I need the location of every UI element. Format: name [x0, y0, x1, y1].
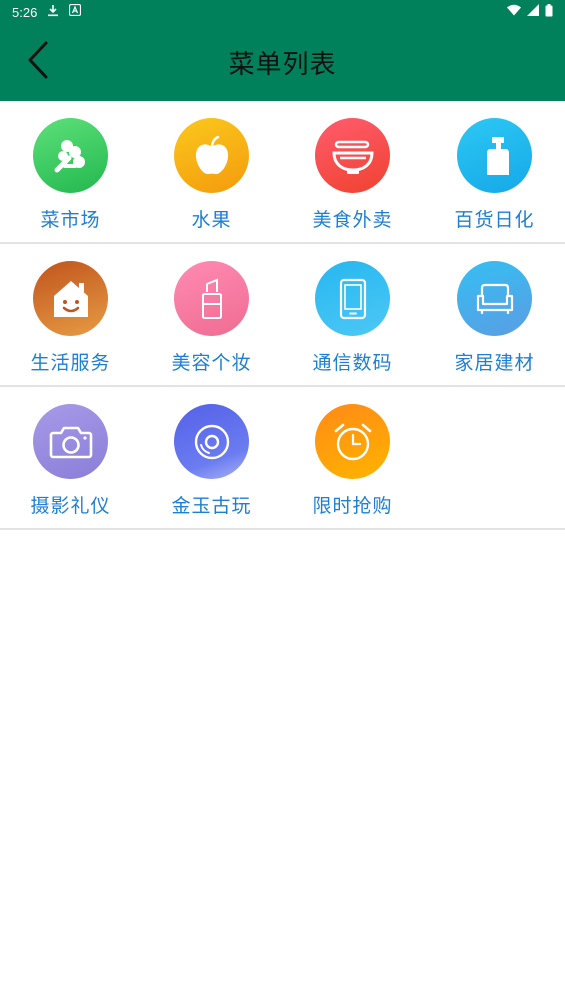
status-bar: 5:26 — [0, 0, 565, 24]
sofa-icon — [457, 261, 532, 336]
menu-item-label: 菜市场 — [40, 209, 101, 231]
jade-disc-icon — [174, 404, 249, 479]
smartphone-icon — [315, 261, 390, 336]
a-badge-icon — [69, 3, 82, 20]
menu-item-label: 百货日化 — [454, 209, 535, 231]
vegetable-icon — [33, 118, 108, 193]
app-bar: 菜单列表 — [0, 24, 565, 101]
lipstick-icon — [174, 261, 249, 336]
menu-item-label: 美食外卖 — [312, 209, 393, 231]
wifi-icon — [507, 4, 521, 20]
menu-item-department-store[interactable]: 百货日化 — [424, 101, 565, 242]
menu-item-label: 生活服务 — [30, 352, 111, 374]
download-icon — [47, 4, 59, 21]
smiling-house-icon — [33, 261, 108, 336]
page-title: 菜单列表 — [228, 50, 337, 80]
menu-item-life-services[interactable]: 生活服务 — [0, 244, 141, 385]
menu-item-photography[interactable]: 摄影礼仪 — [0, 387, 141, 528]
menu-item-label: 摄影礼仪 — [30, 495, 111, 517]
menu-row: 摄影礼仪 金玉古玩 限时抢购 — [0, 387, 565, 530]
menu-row: 生活服务 美容个妆 通信数码 家居建材 — [0, 244, 565, 387]
menu-item-label: 美容个妆 — [171, 352, 252, 374]
menu-item-vegetable-market[interactable]: 菜市场 — [0, 101, 141, 242]
menu-item-food-delivery[interactable]: 美食外卖 — [282, 101, 423, 242]
menu-grid: 菜市场 水果 美食外卖 百货日化 生活服务 美容个妆 通信数码 家居建材 摄影礼… — [0, 101, 565, 530]
alarm-clock-icon — [315, 404, 390, 479]
battery-icon — [545, 3, 553, 21]
menu-item-beauty[interactable]: 美容个妆 — [141, 244, 282, 385]
menu-item-jade-antiques[interactable]: 金玉古玩 — [141, 387, 282, 528]
spray-bottle-icon — [457, 118, 532, 193]
menu-item-label: 限时抢购 — [312, 495, 393, 517]
noodle-bowl-icon — [315, 118, 390, 193]
menu-item-label: 家居建材 — [454, 352, 535, 374]
signal-icon — [527, 4, 539, 20]
menu-row: 菜市场 水果 美食外卖 百货日化 — [0, 101, 565, 244]
menu-item-home-building[interactable]: 家居建材 — [424, 244, 565, 385]
menu-item-telecom-digital[interactable]: 通信数码 — [282, 244, 423, 385]
apple-icon — [174, 118, 249, 193]
menu-item-fruit[interactable]: 水果 — [141, 101, 282, 242]
menu-item-label: 水果 — [191, 209, 232, 231]
menu-item-flash-sale[interactable]: 限时抢购 — [282, 387, 423, 528]
menu-item-label: 金玉古玩 — [171, 495, 252, 517]
menu-item-label: 通信数码 — [312, 352, 393, 374]
camera-icon — [33, 404, 108, 479]
status-time: 5:26 — [12, 4, 38, 20]
